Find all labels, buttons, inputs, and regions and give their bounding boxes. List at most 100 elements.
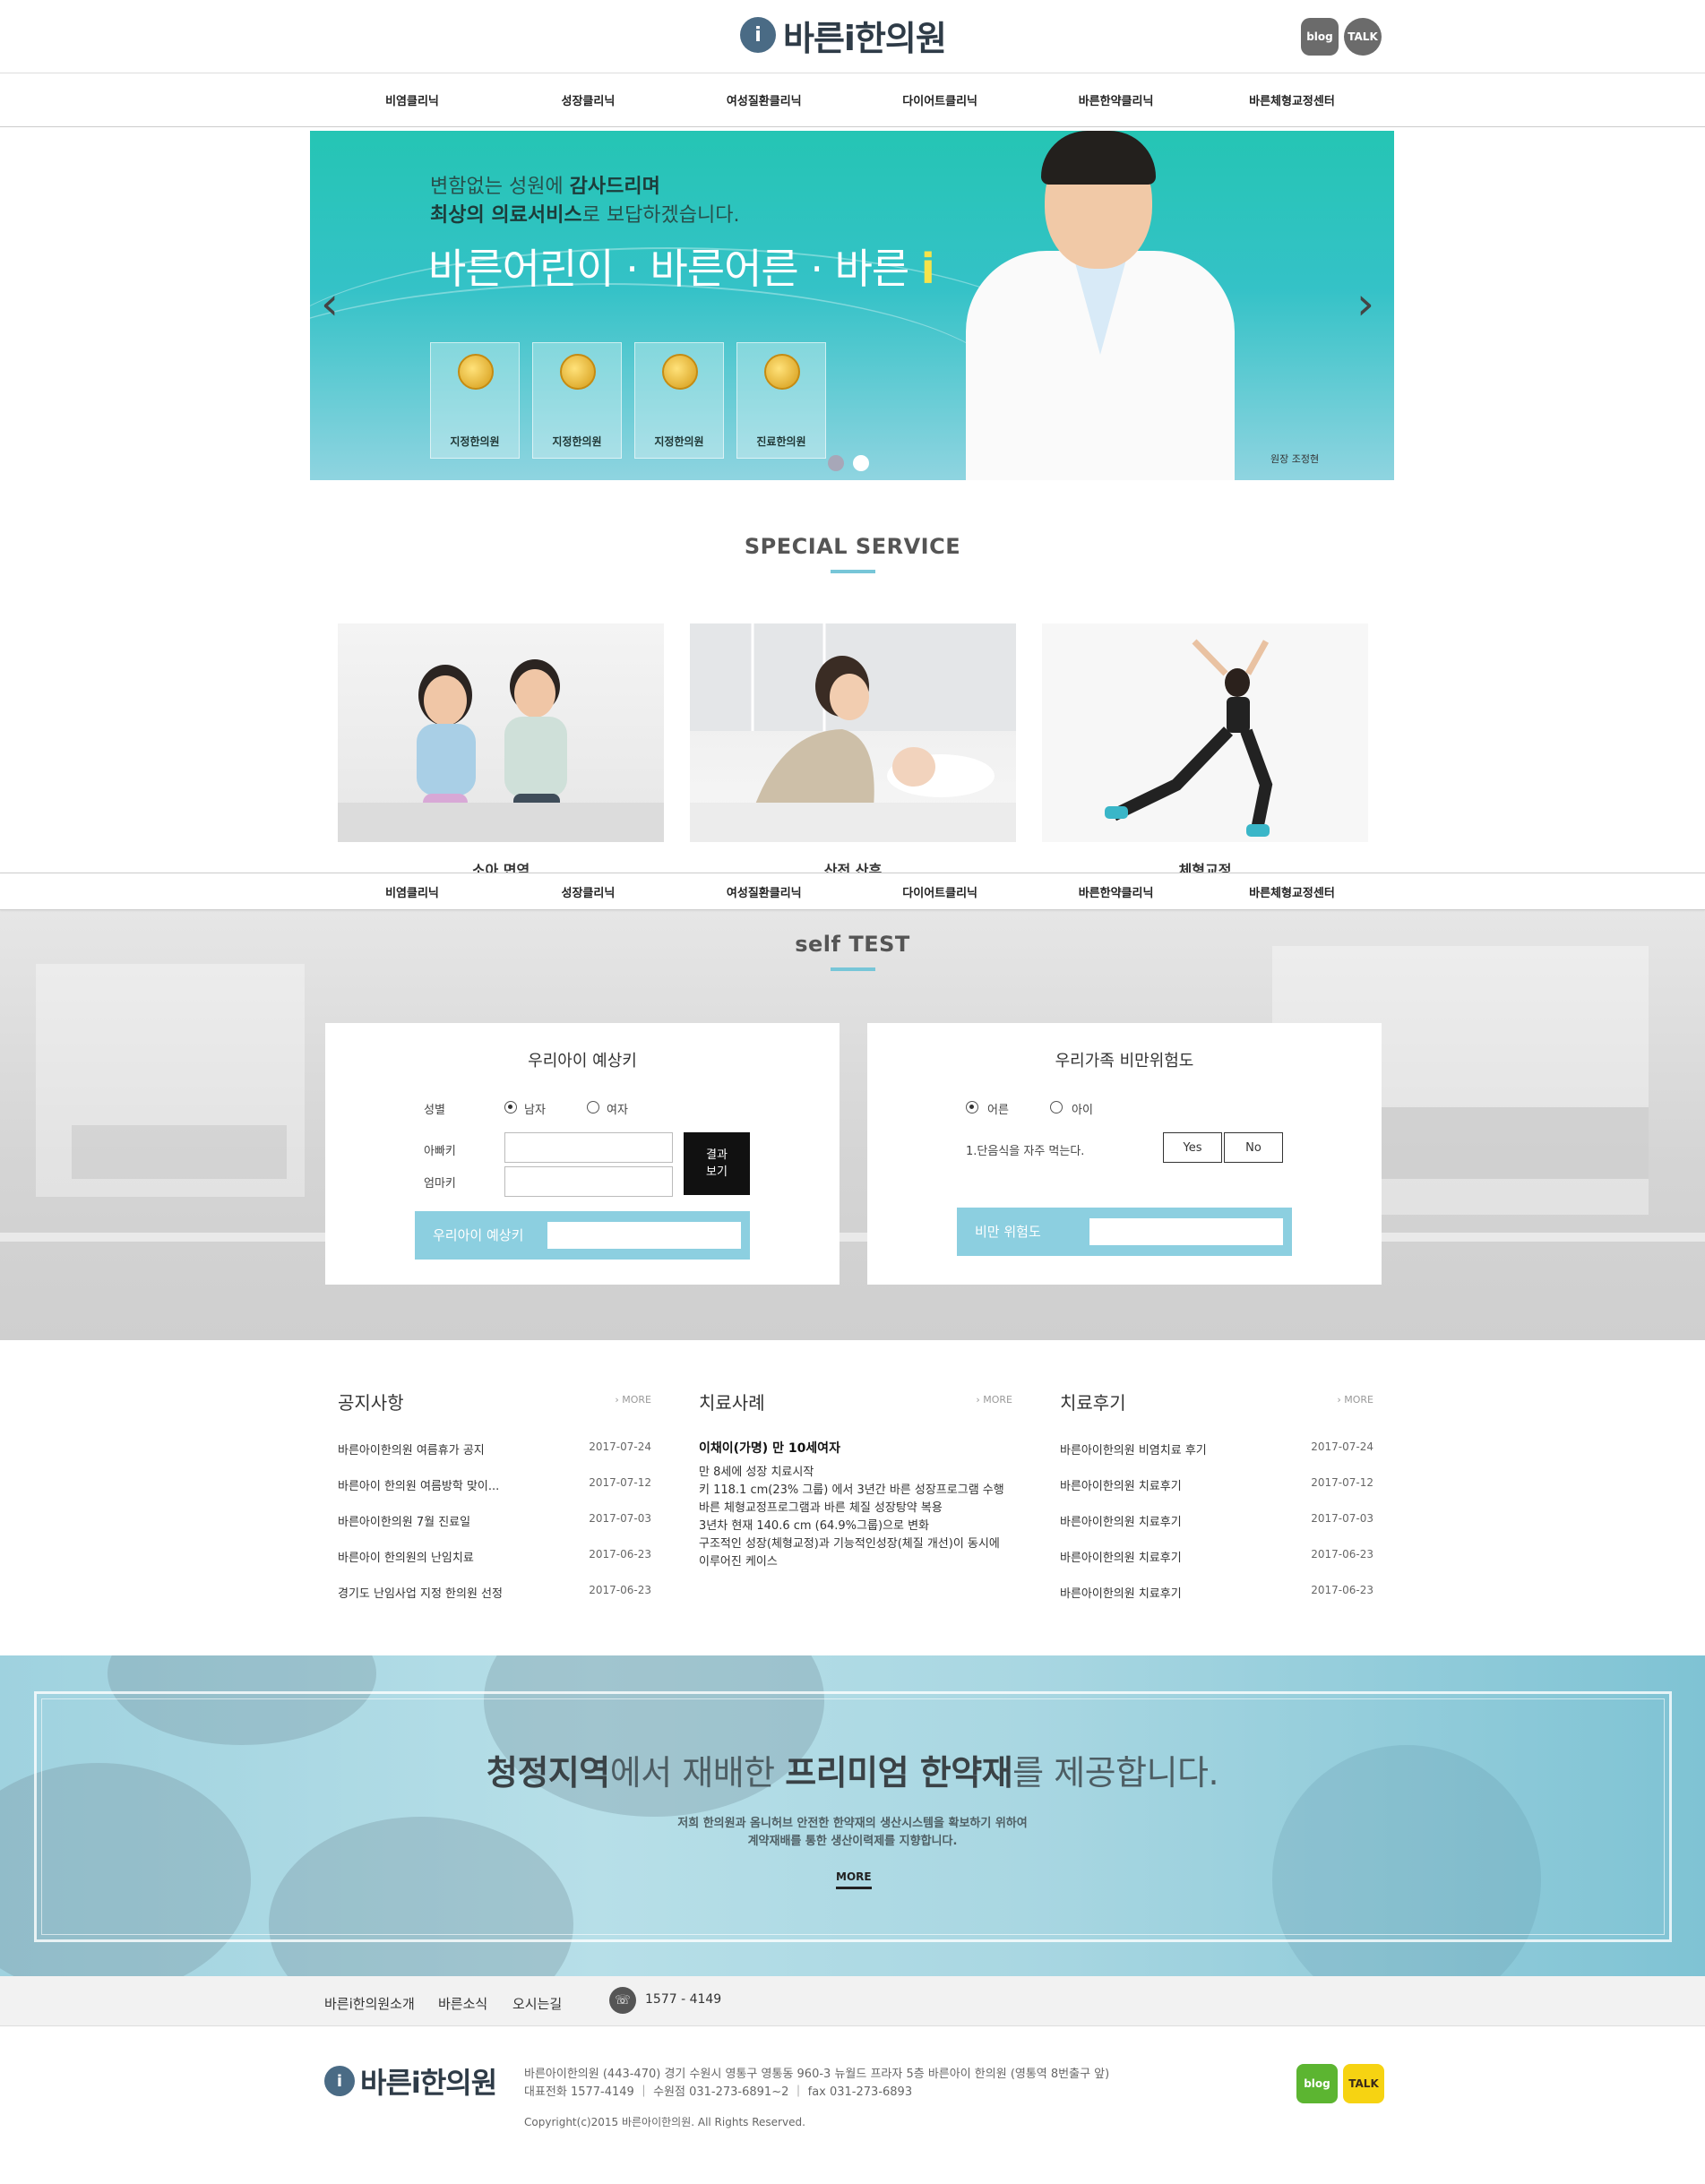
banner-headline: 청정지역에서 재배한 프리미엄 한약재를 제공합니다. [486,1753,1219,1793]
nav-item-rhinitis[interactable]: 비염클리닉 [324,91,500,108]
nav-item-diet[interactable]: 다이어트클리닉 [852,883,1028,900]
header-sns: blog TALK [1301,18,1382,56]
result-button[interactable]: 결과 보기 [684,1132,750,1195]
doctor-photo [957,131,1244,480]
footer-link-about[interactable]: 바른i한의원소개 [324,1994,415,2013]
award-badge: 지정한의원 [634,342,724,459]
review-row[interactable]: 바른아이한의원 비염치료 후기 2017-07-24 [1060,1440,1373,1457]
banner-subtext-2: 계약재배를 통한 생산이력제를 지향합니다. [747,1835,958,1848]
notice-row[interactable]: 경기도 난임사업 지정 한의원 선정 2017-06-23 [338,1584,651,1601]
case-body: 만 8세에 성장 치료시작 키 118.1 cm(23% 그룹) 에서 3년간 … [699,1466,1004,1569]
child-result-output [547,1222,741,1249]
review-row[interactable]: 바른아이한의원 치료후기 2017-06-23 [1060,1548,1373,1565]
male-radio[interactable] [504,1101,517,1113]
no-button[interactable]: No [1224,1132,1283,1163]
obesity-risk-test: 우리가족 비만위험도 어른 아이 1.단음식을 자주 먹는다. Yes No 비… [867,1023,1382,1285]
medal-icon [560,354,596,390]
hero-headline-2: 최상의 의료서비스로 보답하겠습니다. [430,204,740,227]
obesity-result-output [1089,1218,1283,1245]
kakao-talk-icon[interactable]: TALK [1343,2064,1384,2103]
hero-headline-1: 변함없는 성원에 감사드리며 [430,176,660,198]
slider-dot[interactable] [853,455,869,471]
footer-logo[interactable]: i 바른i한의원 [324,2060,497,2102]
notice-row[interactable]: 바른아이한의원 여름휴가 공지 2017-07-24 [338,1440,651,1457]
question-text: 1.단음식을 자주 먹는다. [966,1145,1085,1158]
cases-more-link[interactable]: › MORE [976,1394,1012,1406]
reviews-more-link[interactable]: › MORE [1337,1394,1373,1406]
service-card-maternity[interactable] [690,623,1016,842]
award-badge: 지정한의원 [430,342,520,459]
chevron-right-icon[interactable]: › [1356,278,1374,330]
service-card-posture[interactable] [1042,623,1368,842]
nav-item-growth[interactable]: 성장클리닉 [500,883,676,900]
mother-baby-photo [690,623,1016,842]
nav-item-posture[interactable]: 바른체형교정센터 [1204,91,1380,108]
slider-dot[interactable] [828,455,844,471]
obesity-result-label: 비만 위험도 [975,1224,1041,1240]
nav-item-posture[interactable]: 바른체형교정센터 [1204,883,1380,900]
nav-item-growth[interactable]: 성장클리닉 [500,91,676,108]
child-test-title: 우리아이 예상키 [528,1052,637,1071]
notice-row[interactable]: 바른아이 한의원 여름방학 맞이... 2017-07-12 [338,1476,651,1493]
logo-text: 바른i한의원 [360,2066,497,2100]
nav-item-herbal[interactable]: 바른한약클리닉 [1029,91,1204,108]
child-radio[interactable] [1050,1101,1063,1113]
nav-item-herbal[interactable]: 바른한약클리닉 [1029,883,1204,900]
title-underline [831,967,875,971]
mom-height-input[interactable] [504,1166,673,1197]
kakao-talk-icon[interactable]: TALK [1344,18,1382,56]
chevron-left-icon[interactable]: ‹ [321,278,339,330]
banner-subtext-1: 저희 한의원과 옴니허브 안전한 한약재의 생산시스템을 확보하기 위하여 [677,1817,1028,1830]
dad-height-label: 아빠키 [424,1145,456,1158]
notice-row[interactable]: 바른아이 한의원의 난임치료 2017-06-23 [338,1548,651,1565]
reviews-title[interactable]: 치료후기 [1060,1389,1373,1414]
cases-title[interactable]: 치료사례 [699,1389,1012,1414]
child-height-test: 우리아이 예상키 성별 남자 여자 아빠키 엄마키 결과 보기 우리아이 예상키 [325,1023,840,1285]
notice-row[interactable]: 바른아이한의원 7월 진료일 2017-07-03 [338,1512,651,1529]
child-result-bar: 우리아이 예상키 [415,1211,750,1260]
review-row[interactable]: 바른아이한의원 치료후기 2017-07-12 [1060,1476,1373,1493]
case-headline[interactable]: 이채이(가명) 만 10세여자 [699,1439,840,1457]
herb-banner: 청정지역에서 재배한 프리미엄 한약재를 제공합니다. 저희 한의원과 옴니허브… [0,1655,1705,1976]
award-badges: 지정한의원 지정한의원 지정한의원 진료한의원 [430,342,826,459]
nav-item-rhinitis[interactable]: 비염클리닉 [324,883,500,900]
logo-mark-icon: i [324,2066,355,2096]
nav-item-women[interactable]: 여성질환클리닉 [676,91,852,108]
blog-icon[interactable]: blog [1301,18,1339,56]
footer-link-news[interactable]: 바른소식 [438,1994,487,2013]
child-label: 아이 [1072,1104,1093,1117]
site-header: i 바른i한의원 blog TALK [0,0,1705,73]
review-row[interactable]: 바른아이한의원 치료후기 2017-06-23 [1060,1584,1373,1601]
adult-radio[interactable] [966,1101,978,1113]
notice-title[interactable]: 공지사항 [338,1389,651,1414]
hero-slogan: 바른어린이 · 바른어른 · 바른 i [428,245,935,293]
main-nav: 비염클리닉 성장클리닉 여성질환클리닉 다이어트클리닉 바른한약클리닉 바른체형… [0,73,1705,127]
nav-item-diet[interactable]: 다이어트클리닉 [852,91,1028,108]
medal-icon [458,354,494,390]
female-label: 여자 [607,1104,628,1117]
male-label: 남자 [524,1104,546,1117]
adult-label: 어른 [987,1104,1009,1117]
yes-button[interactable]: Yes [1163,1132,1222,1163]
blog-icon[interactable]: blog [1296,2064,1338,2103]
site-logo[interactable]: i 바른i한의원 [740,14,947,58]
service-card-kids[interactable] [338,623,664,842]
footer-link-directions[interactable]: 오시는길 [512,1994,562,2013]
female-radio[interactable] [587,1101,599,1113]
footer-contact: 대표전화 1577-4149 ｜ 수원점 031-273-6891~2 ｜ fa… [524,2085,913,2099]
medal-icon [764,354,800,390]
dad-height-input[interactable] [504,1132,673,1163]
footer-address: 바른아이한의원 (443-470) 경기 수원시 영통구 영통동 960-3 뉴… [524,2068,1110,2081]
mom-height-label: 엄마키 [424,1177,456,1191]
banner-more-link[interactable]: MORE [836,1870,872,1889]
nav-item-women[interactable]: 여성질환클리닉 [676,883,852,900]
slider-dots [828,455,869,471]
family-test-title: 우리가족 비만위험도 [1055,1052,1194,1071]
child-result-label: 우리아이 예상키 [433,1227,524,1243]
notice-more-link[interactable]: › MORE [615,1394,651,1406]
footer-phone: 1577 - 4149 [645,1992,722,2007]
notice-board: 공지사항 › MORE 바른아이한의원 여름휴가 공지 2017-07-24 바른… [338,1389,651,1601]
kids-photo [338,659,664,842]
review-row[interactable]: 바른아이한의원 치료후기 2017-07-03 [1060,1512,1373,1529]
award-badge: 지정한의원 [532,342,622,459]
